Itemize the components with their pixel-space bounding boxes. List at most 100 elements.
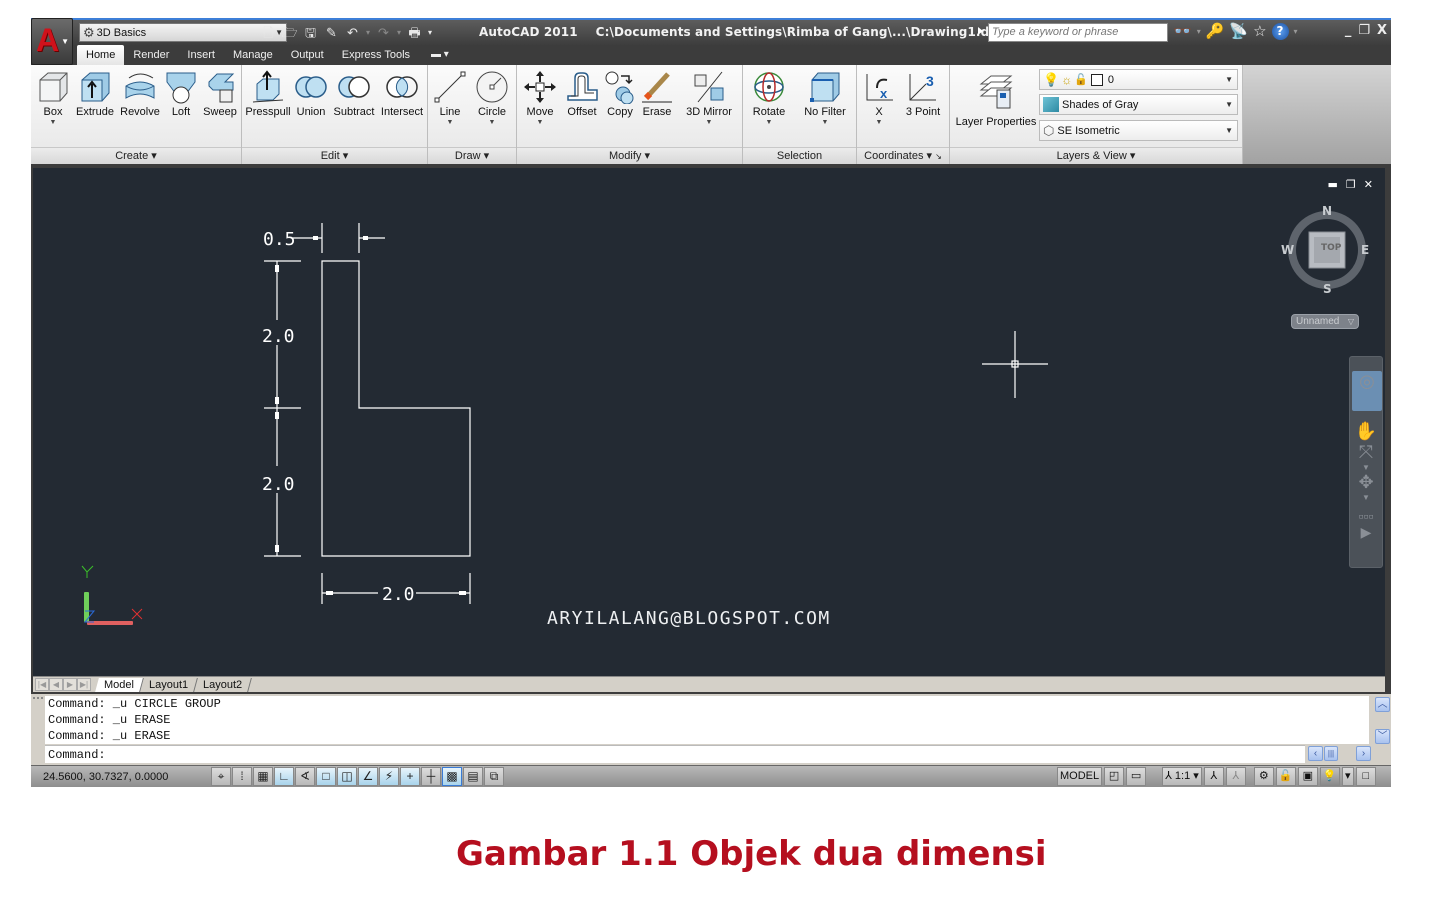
viewport-minimize-button[interactable]: ▬ xyxy=(1328,178,1338,191)
no-filter-button[interactable]: No Filter ▼ xyxy=(799,69,851,126)
panel-draw-title[interactable]: Draw ▾ xyxy=(428,147,516,164)
viewport-restore-button[interactable]: ❐ xyxy=(1346,178,1356,191)
snap-mode-icon[interactable]: ⁞ xyxy=(232,767,252,786)
grid-display-icon[interactable]: ▦ xyxy=(253,767,273,786)
quick-view-layouts-icon[interactable]: ◰ xyxy=(1104,767,1125,786)
3d-mirror-button[interactable]: 3D Mirror ▼ xyxy=(679,69,739,126)
first-layout-icon[interactable]: |◀ xyxy=(35,678,49,691)
box-button[interactable]: Box ▼ xyxy=(35,69,71,126)
annotation-visibility-icon[interactable]: ⅄ xyxy=(1203,767,1224,786)
rotate-button[interactable]: Rotate ▼ xyxy=(749,69,789,126)
undo-icon[interactable]: ↶ xyxy=(343,23,362,42)
redo-dropdown-icon[interactable]: ▾ xyxy=(395,28,403,37)
restore-button[interactable]: ❐ xyxy=(1358,23,1370,38)
help-icon[interactable]: ? xyxy=(1271,22,1289,40)
model-space-button[interactable]: MODEL xyxy=(1057,767,1103,786)
object-snap-icon[interactable]: □ xyxy=(316,767,336,786)
key-icon[interactable]: 🔑 xyxy=(1206,22,1225,40)
dynamic-input-icon[interactable]: + xyxy=(400,767,420,786)
save-as-icon[interactable]: ✎ xyxy=(322,23,341,42)
layer-properties-button[interactable]: Layer Properties xyxy=(954,69,1038,129)
new-icon[interactable]: 🗋 xyxy=(259,23,278,42)
sweep-button[interactable]: Sweep xyxy=(201,69,239,119)
layout-tab-layout1[interactable]: Layout1 xyxy=(140,677,199,692)
layer-dropdown[interactable]: 💡 ☼ 🔓 0 ▼ xyxy=(1039,69,1238,90)
presspull-button[interactable]: Presspull xyxy=(245,69,291,119)
open-icon[interactable]: 🗁 xyxy=(280,23,299,42)
command-window-grip[interactable] xyxy=(33,697,43,701)
binoculars-icon[interactable]: 👓 xyxy=(1173,22,1192,40)
chevron-down-icon[interactable]: ▼ xyxy=(1351,463,1381,472)
scroll-right-button[interactable]: › xyxy=(1356,746,1371,761)
horizontal-scroll-thumb[interactable]: ||| xyxy=(1324,746,1338,761)
zoom-extents-icon[interactable]: ⤧ xyxy=(1351,442,1381,463)
close-button[interactable]: X xyxy=(1377,23,1387,38)
line-button[interactable]: Line ▼ xyxy=(431,69,469,126)
tab-insert[interactable]: Insert xyxy=(178,45,224,65)
chevron-down-icon[interactable]: ▾ xyxy=(1197,27,1201,36)
ucs-icon[interactable] xyxy=(81,565,143,625)
customize-icon[interactable]: ▾ xyxy=(426,28,434,37)
loft-button[interactable]: Loft xyxy=(164,69,198,119)
visual-style-dropdown[interactable]: Shades of Gray ▼ xyxy=(1039,94,1238,115)
panel-layers-view-title[interactable]: Layers & View ▾ xyxy=(950,147,1242,164)
tab-express-tools[interactable]: Express Tools xyxy=(333,45,419,65)
search-expand-icon[interactable] xyxy=(978,27,983,35)
chevron-down-icon[interactable]: ▼ xyxy=(1351,493,1381,502)
extrude-button[interactable]: Extrude xyxy=(75,69,115,119)
intersect-button[interactable]: Intersect xyxy=(379,69,425,119)
last-layout-icon[interactable]: ▶| xyxy=(77,678,91,691)
tab-home[interactable]: Home xyxy=(77,45,125,65)
scroll-up-button[interactable]: ︿ xyxy=(1375,697,1390,712)
ucs-menu-dropdown[interactable]: Unnamed ▽ xyxy=(1291,314,1359,329)
compass-west[interactable]: W xyxy=(1281,243,1294,257)
lineweight-icon[interactable]: ┼ xyxy=(421,767,441,786)
copy-button[interactable]: Copy xyxy=(603,69,637,119)
showmotion-icon[interactable]: ▫▫▫ ▶ xyxy=(1351,508,1381,541)
prev-layout-icon[interactable]: ◀ xyxy=(49,678,63,691)
tab-manage[interactable]: Manage xyxy=(224,45,282,65)
layout-tab-model[interactable]: Model xyxy=(95,677,144,692)
quick-view-drawings-icon[interactable]: ▭ xyxy=(1126,767,1147,786)
dynamic-ucs-icon[interactable]: ⚡ xyxy=(379,767,399,786)
plot-icon[interactable]: 🖶 xyxy=(405,23,424,42)
chevron-down-icon[interactable]: ▾ xyxy=(1294,27,1298,36)
annotation-scale-dropdown[interactable]: ⅄ 1:1 ▾ xyxy=(1162,767,1202,786)
undo-dropdown-icon[interactable]: ▾ xyxy=(364,28,372,37)
auto-scale-icon[interactable]: ⅄ xyxy=(1225,767,1246,786)
tab-output[interactable]: Output xyxy=(282,45,333,65)
ortho-mode-icon[interactable]: ∟ xyxy=(274,767,294,786)
next-layout-icon[interactable]: ▶ xyxy=(63,678,77,691)
compass-east[interactable]: E xyxy=(1361,243,1369,257)
ucs-3point-button[interactable]: 3 3 Point xyxy=(901,69,945,119)
scroll-left-button[interactable]: ‹ xyxy=(1308,746,1323,761)
viewcube[interactable]: TOP N S E W xyxy=(1281,204,1369,296)
layout-tab-layout2[interactable]: Layout2 xyxy=(194,677,253,692)
ucs-x-button[interactable]: x X ▼ xyxy=(863,69,895,126)
steering-wheel-icon[interactable]: ◎ xyxy=(1352,371,1382,411)
subtract-button[interactable]: Subtract xyxy=(332,69,376,119)
view-dropdown[interactable]: ⬡ SE Isometric ▼ xyxy=(1039,120,1238,141)
tab-render[interactable]: Render xyxy=(124,45,178,65)
save-icon[interactable]: 🖫 xyxy=(301,23,320,42)
hardware-acceleration-icon[interactable]: ▣ xyxy=(1297,767,1318,786)
drawing-canvas[interactable]: 0.5 2.0 2.0 2.0 ▬ ❐ ✕ TOP N S E W Unname… xyxy=(33,168,1385,676)
orbit-icon[interactable]: ✥ xyxy=(1351,472,1381,493)
transparency-icon[interactable]: ▩ xyxy=(442,767,462,786)
dimension-left-lines[interactable] xyxy=(264,260,301,557)
status-bar-menu-icon[interactable]: ▾ xyxy=(1341,767,1354,786)
ribbon-minimize-icon[interactable]: ▬ ▾ xyxy=(431,45,449,65)
object-snap-tracking-icon[interactable]: ∠ xyxy=(358,767,378,786)
command-input[interactable]: Command: xyxy=(45,745,1305,763)
viewcube-face-top[interactable]: TOP xyxy=(1321,243,1341,253)
viewport-close-button[interactable]: ✕ xyxy=(1364,178,1373,191)
3d-object-snap-icon[interactable]: ◫ xyxy=(337,767,357,786)
polar-tracking-icon[interactable]: ∢ xyxy=(295,767,315,786)
panel-create-title[interactable]: Create ▾ xyxy=(31,147,241,164)
quick-properties-icon[interactable]: ▤ xyxy=(463,767,483,786)
l-shape-profile[interactable] xyxy=(321,260,471,557)
panel-edit-title[interactable]: Edit ▾ xyxy=(242,147,427,164)
compass-south[interactable]: S xyxy=(1323,282,1332,296)
offset-button[interactable]: Offset xyxy=(563,69,601,119)
search-input[interactable]: Type a keyword or phrase xyxy=(988,23,1168,42)
